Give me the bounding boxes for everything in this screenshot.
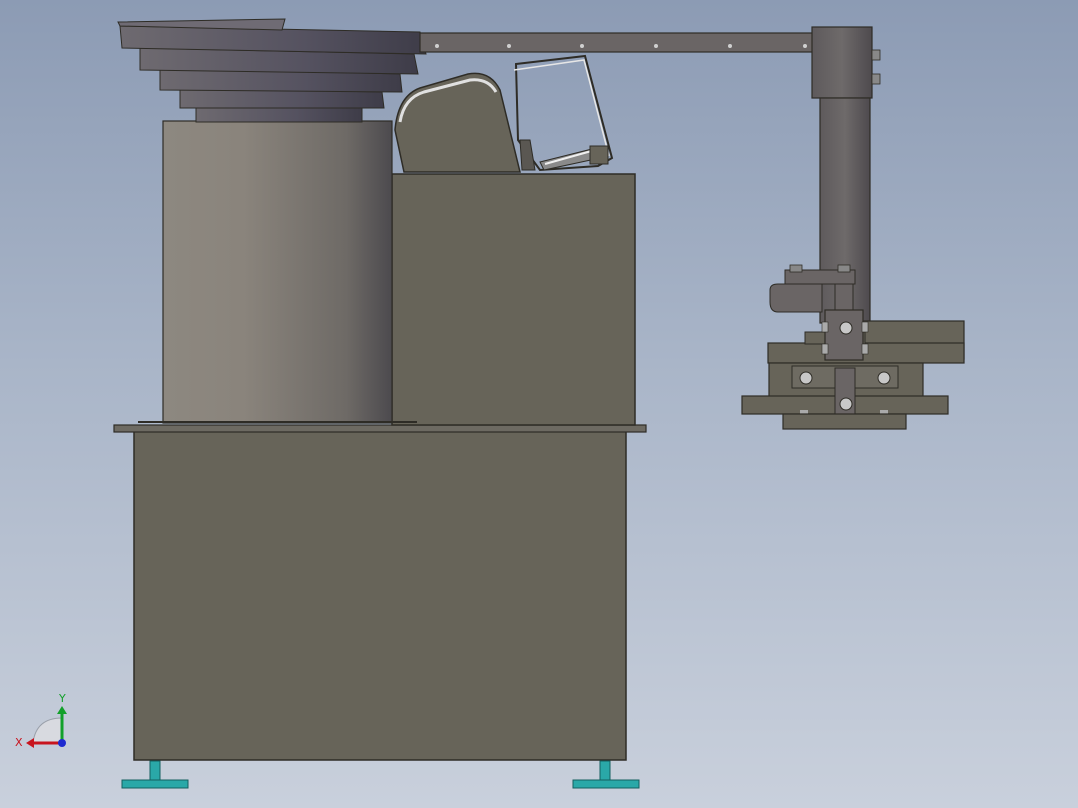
leveling-foot-left (121, 760, 189, 789)
table-top-plate (113, 424, 647, 433)
guard-cover (394, 54, 614, 173)
axis-triad: Y X (15, 692, 67, 749)
gripper-assembly (741, 264, 965, 430)
overhead-arm (419, 32, 831, 53)
bowl-base-cylinder (138, 120, 417, 424)
vibratory-bowl (117, 18, 427, 123)
control-box (391, 173, 636, 426)
y-axis-label: Y (58, 692, 66, 705)
lower-cabinet (133, 429, 627, 761)
cad-viewport[interactable]: Y X (0, 0, 1078, 808)
leveling-foot-right (572, 760, 640, 789)
x-axis-label: X (15, 736, 23, 749)
machine-drawing: Y X (15, 18, 965, 789)
